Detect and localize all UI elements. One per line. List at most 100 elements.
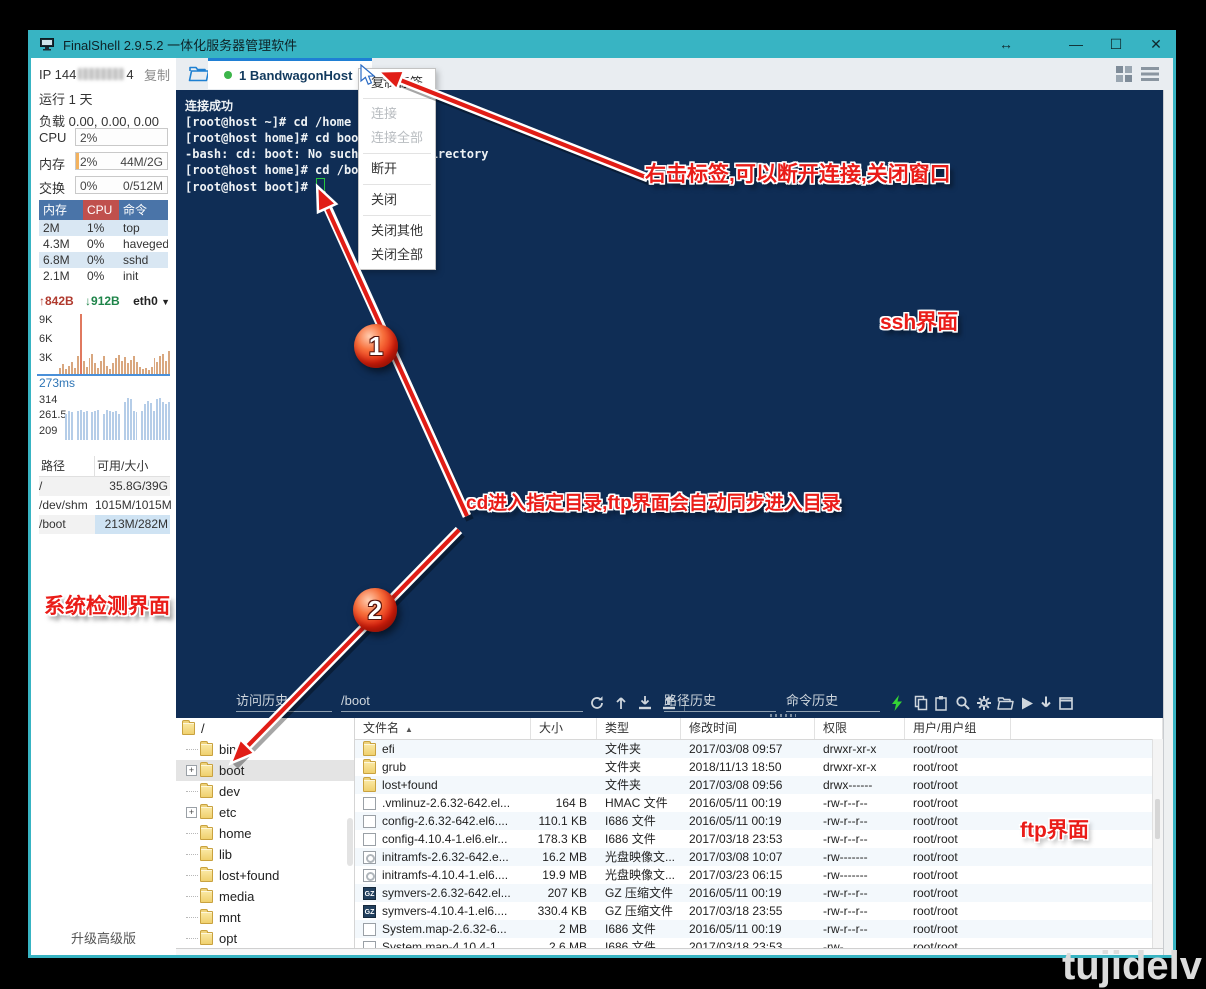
col-size[interactable]: 大小 (531, 718, 597, 739)
disk-row[interactable]: /boot213M/282M (39, 515, 170, 534)
process-table-header[interactable]: 内存 CPU 命令 (39, 200, 168, 220)
splitter-handle[interactable] (770, 714, 796, 717)
tree-item-dev[interactable]: dev (176, 781, 354, 802)
minimize-button[interactable]: — (1056, 30, 1096, 58)
play-icon[interactable] (1018, 694, 1036, 712)
tree-item-boot[interactable]: +boot (176, 760, 354, 781)
disk-rows: /35.8G/39G/dev/shm1015M/1015M/boot213M/2… (39, 477, 170, 534)
annotation-cd-tip: cd进入指定目录,ftp界面会自动同步进入目录 (466, 488, 841, 515)
access-history-field[interactable]: 访问历史 (236, 692, 332, 712)
col-permissions[interactable]: 权限 (815, 718, 905, 739)
arrow-down-icon[interactable] (1037, 694, 1055, 712)
interface-selector[interactable]: eth0 ▼ (133, 294, 170, 308)
tree-item-media[interactable]: media (176, 886, 354, 907)
path-history-field[interactable]: 路径历史 (664, 692, 776, 712)
file-row-grub[interactable]: grub文件夹2018/11/13 18:50drwxr-xr-xroot/ro… (355, 758, 1163, 776)
disk-table-header[interactable]: 路径 可用/大小 (39, 456, 170, 477)
tree-item-mnt[interactable]: mnt (176, 907, 354, 928)
col-modified[interactable]: 修改时间 (681, 718, 815, 739)
col-memory[interactable]: 内存 (39, 200, 83, 220)
tree-item-lib[interactable]: lib (176, 844, 354, 865)
paste-icon[interactable] (932, 694, 950, 712)
command-history-field[interactable]: 命令历史 (786, 692, 880, 712)
expander-plus-icon[interactable]: + (186, 807, 197, 818)
file-row-efi[interactable]: efi文件夹2017/03/08 09:57drwxr-xr-xroot/roo… (355, 740, 1163, 758)
memory-gauge-label: 内存 (39, 154, 65, 173)
horizontal-scrollbar[interactable] (176, 948, 1163, 955)
tree-item-label: lost+found (219, 868, 279, 883)
ping-bar (133, 411, 135, 440)
process-row[interactable]: 2.1M0%init (39, 268, 168, 284)
file-list-scrollbar[interactable] (1152, 739, 1163, 948)
open-folder-icon[interactable] (996, 694, 1014, 712)
menu-item-关闭其他[interactable]: 关闭其他 (359, 219, 435, 243)
folder-icon (182, 722, 195, 735)
col-path[interactable]: 路径 (39, 456, 95, 476)
tree-item-label: mnt (219, 910, 241, 925)
right-collapsed-panel[interactable] (1163, 90, 1173, 955)
download-icon[interactable] (636, 694, 654, 712)
copy-ip-link[interactable]: 复制 (144, 65, 170, 84)
upgrade-link[interactable]: 升级高级版 (31, 928, 176, 947)
sync-bolt-icon[interactable] (888, 694, 906, 712)
tree-root[interactable]: / (176, 718, 354, 739)
current-path-field[interactable]: /boot (341, 692, 583, 712)
tree-item-bin[interactable]: bin (176, 739, 354, 760)
col-avail-size[interactable]: 可用/大小 (95, 456, 170, 476)
process-row[interactable]: 6.8M0%sshd (39, 252, 168, 268)
parent-directory-icon[interactable] (612, 694, 630, 712)
expander-plus-icon[interactable]: + (186, 765, 197, 776)
layout-grid-icon[interactable] (1116, 66, 1133, 87)
menu-item-关闭[interactable]: 关闭 (359, 188, 435, 212)
file-row-.vmlinuz-2.6.32-642.el...[interactable]: .vmlinuz-2.6.32-642.el...164 BHMAC 文件201… (355, 794, 1163, 812)
col-filler (1011, 718, 1163, 739)
maximize-button[interactable]: ☐ (1096, 30, 1136, 58)
close-button[interactable]: ✕ (1136, 30, 1176, 58)
gear-icon[interactable] (975, 694, 993, 712)
process-row[interactable]: 4.3M0%haveged (39, 236, 168, 252)
resize-icon[interactable]: ↔ (986, 30, 1026, 58)
file-size-cell: 2 MB (531, 920, 597, 938)
tree-scrollbar[interactable] (347, 818, 353, 866)
file-type-cell: 光盘映像文... (597, 866, 681, 884)
disk-row[interactable]: /35.8G/39G (39, 477, 170, 496)
file-row-initramfs-4.10.4-1.el6....[interactable]: initramfs-4.10.4-1.el6....19.9 MB光盘映像文..… (355, 866, 1163, 884)
disc-icon (363, 869, 376, 882)
tree-item-lost+found[interactable]: lost+found (176, 865, 354, 886)
directory-tree[interactable]: / bin+bootdev+etchomelib lost+found media m… (176, 718, 355, 948)
tree-item-etc[interactable]: +etc (176, 802, 354, 823)
ping-bar (103, 414, 105, 440)
menu-burger-icon[interactable] (1141, 66, 1159, 87)
col-owner[interactable]: 用户/用户组 (905, 718, 1011, 739)
file-filler-cell (1011, 884, 1163, 902)
file-row-System.map-4.10.4-1...[interactable]: System.map-4.10.4-1...2.6 MBI686 文件2017/… (355, 938, 1163, 948)
refresh-icon[interactable] (588, 694, 606, 712)
col-filename[interactable]: 文件名▲ (355, 718, 531, 739)
menu-item-断开[interactable]: 断开 (359, 157, 435, 181)
file-size-cell: 19.9 MB (531, 866, 597, 884)
tree-item-opt[interactable]: opt (176, 928, 354, 948)
file-row-symvers-4.10.4-1.el6....[interactable]: GZsymvers-4.10.4-1.el6....330.4 KBGZ 压缩文… (355, 902, 1163, 920)
terminal-line: [root@host ~]# cd /home (185, 114, 1163, 130)
disk-row[interactable]: /dev/shm1015M/1015M (39, 496, 170, 515)
copy-icon[interactable] (912, 694, 930, 712)
tree-item-home[interactable]: home (176, 823, 354, 844)
file-perm-cell: -rw-r--r-- (815, 812, 905, 830)
file-type-cell: I686 文件 (597, 938, 681, 948)
menu-item-关闭全部[interactable]: 关闭全部 (359, 243, 435, 267)
file-row-symvers-2.6.32-642.el...[interactable]: GZsymvers-2.6.32-642.el...207 KBGZ 压缩文件2… (355, 884, 1163, 902)
file-row-System.map-2.6.32-6...[interactable]: System.map-2.6.32-6...2 MBI686 文件2016/05… (355, 920, 1163, 938)
window-icon[interactable] (1057, 694, 1075, 712)
scrollbar-thumb[interactable] (1155, 799, 1160, 839)
process-table: 内存 CPU 命令 2M1%top4.3M0%haveged6.8M0%sshd… (39, 200, 168, 284)
ping-bar (159, 398, 161, 440)
file-row-lost+found[interactable]: lost+found文件夹2017/03/08 09:56drwx------r… (355, 776, 1163, 794)
col-type[interactable]: 类型 (597, 718, 681, 739)
process-row[interactable]: 2M1%top (39, 220, 168, 236)
tab-bandwagonhost[interactable]: 1 BandwagonHost (208, 58, 372, 89)
file-row-initramfs-2.6.32-642.e...[interactable]: initramfs-2.6.32-642.e...16.2 MB光盘映像文...… (355, 848, 1163, 866)
col-command[interactable]: 命令 (119, 200, 168, 220)
col-cpu[interactable]: CPU (83, 200, 119, 220)
search-icon[interactable] (954, 694, 972, 712)
folder-icon (200, 785, 213, 798)
